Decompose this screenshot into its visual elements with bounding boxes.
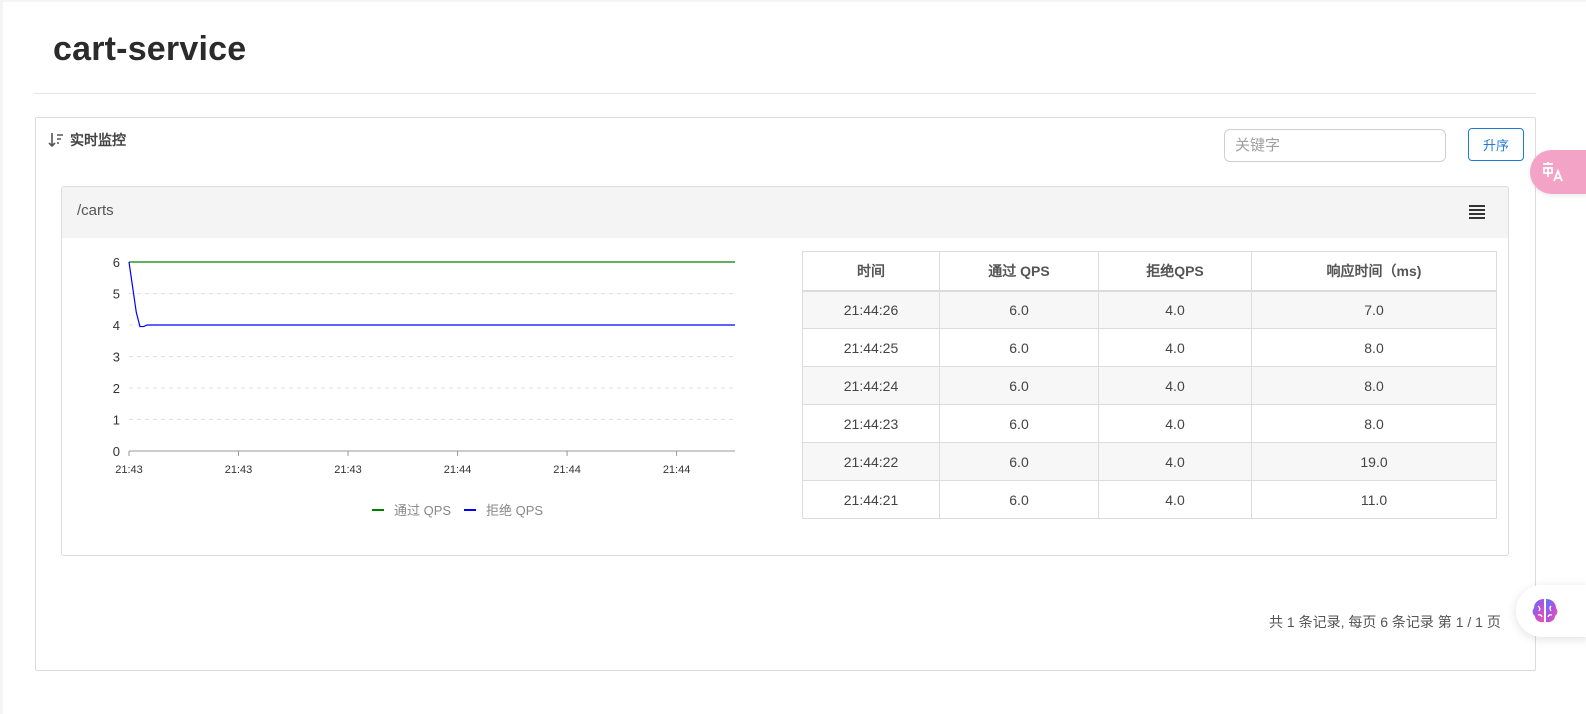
y-tick-label: 6 [113, 255, 120, 270]
x-tick-label: 21:43 [115, 464, 143, 476]
cell-rt: 7.0 [1251, 290, 1497, 329]
table-row: 21:44:25 6.0 4.0 8.0 [802, 328, 1497, 367]
panel-heading-label: 实时监控 [70, 132, 126, 148]
resource-name: /carts [77, 202, 114, 219]
cell-time: 21:44:21 [802, 480, 940, 519]
y-tick-label: 0 [113, 444, 120, 459]
column-header-rt: 响应时间（ms) [1251, 251, 1497, 292]
y-tick-label: 1 [113, 413, 120, 428]
sort-icon [48, 133, 63, 148]
cell-block-qps: 4.0 [1098, 442, 1252, 481]
cell-rt: 8.0 [1251, 366, 1497, 405]
x-tick-label: 21:43 [334, 464, 362, 476]
y-tick-label: 5 [113, 287, 120, 302]
column-header-pass-qps: 通过 QPS [939, 251, 1099, 292]
table-row: 21:44:21 6.0 4.0 11.0 [802, 480, 1497, 519]
menu-icon[interactable] [1468, 204, 1486, 220]
cell-pass-qps: 6.0 [939, 480, 1099, 519]
window-top-edge [0, 0, 1586, 2]
cell-rt: 8.0 [1251, 328, 1497, 367]
x-tick-label: 21:44 [663, 464, 691, 476]
translate-icon [1543, 162, 1563, 182]
x-tick-label: 21:44 [444, 464, 472, 476]
cell-pass-qps: 6.0 [939, 328, 1099, 367]
ai-assistant-float-button[interactable] [1516, 585, 1586, 637]
cell-block-qps: 4.0 [1098, 366, 1252, 405]
cell-time: 21:44:24 [802, 366, 940, 405]
y-tick-label: 4 [113, 318, 120, 333]
table-row: 21:44:23 6.0 4.0 8.0 [802, 404, 1497, 443]
pagination-summary: 共 1 条记录, 每页 6 条记录 第 1 / 1 页 [1269, 614, 1501, 630]
table-row: 21:44:24 6.0 4.0 8.0 [802, 366, 1497, 405]
resource-card: /carts 0 1 2 3 4 5 6 21:43 21:43 21:43 21:44 21:44 2… [61, 186, 1509, 556]
legend-label: 拒绝 QPS [486, 503, 543, 518]
monitor-panel: 实时监控 升序 /carts 0 1 2 3 4 5 6 21:43 21:43 21:43 21:… [35, 117, 1536, 671]
column-header-block-qps: 拒绝QPS [1098, 251, 1252, 292]
cell-time: 21:44:25 [802, 328, 940, 367]
cell-pass-qps: 6.0 [939, 290, 1099, 329]
cell-block-qps: 4.0 [1098, 328, 1252, 367]
series-line-block-qps [128, 261, 735, 328]
x-tick-label: 21:44 [553, 464, 581, 476]
cell-rt: 8.0 [1251, 404, 1497, 443]
keyword-search-input[interactable] [1224, 129, 1446, 162]
cell-pass-qps: 6.0 [939, 366, 1099, 405]
table-row: 21:44:22 6.0 4.0 19.0 [802, 442, 1497, 481]
y-tick-label: 2 [113, 381, 120, 396]
qps-line-chart: 0 1 2 3 4 5 6 21:43 21:43 21:43 21:44 21:44 21:44 通过 … [113, 255, 735, 518]
cell-rt: 19.0 [1251, 442, 1497, 481]
x-tick-label: 21:43 [225, 464, 253, 476]
y-tick-label: 3 [113, 350, 120, 365]
translate-float-button[interactable] [1530, 150, 1586, 194]
legend-label: 通过 QPS [394, 503, 451, 518]
table-row: 21:44:26 6.0 4.0 7.0 [802, 290, 1497, 329]
column-header-time: 时间 [802, 251, 940, 292]
card-header: /carts [62, 187, 1508, 238]
title-divider [34, 93, 1536, 94]
cell-pass-qps: 6.0 [939, 442, 1099, 481]
cell-block-qps: 4.0 [1098, 290, 1252, 329]
cell-block-qps: 4.0 [1098, 404, 1252, 443]
metrics-table: 时间 通过 QPS 拒绝QPS 响应时间（ms) 21:44:26 6.0 4.… [802, 251, 1497, 519]
cell-time: 21:44:26 [802, 290, 940, 329]
cell-pass-qps: 6.0 [939, 404, 1099, 443]
window-left-edge [0, 0, 3, 714]
panel-heading: 实时监控 [48, 130, 126, 150]
sort-ascending-button[interactable]: 升序 [1468, 128, 1524, 161]
brain-icon [1532, 599, 1558, 623]
page-title: cart-service [53, 30, 247, 68]
cell-time: 21:44:22 [802, 442, 940, 481]
table-header-row: 时间 通过 QPS 拒绝QPS 响应时间（ms) [802, 251, 1497, 292]
cell-rt: 11.0 [1251, 480, 1497, 519]
cell-block-qps: 4.0 [1098, 480, 1252, 519]
cell-time: 21:44:23 [802, 404, 940, 443]
